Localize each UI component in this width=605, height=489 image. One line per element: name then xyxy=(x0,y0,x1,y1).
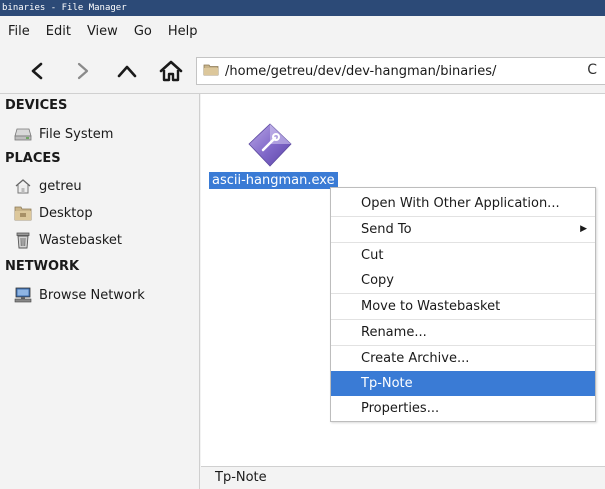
sidebar-item-wastebasket[interactable]: Wastebasket xyxy=(14,229,122,251)
home-button[interactable] xyxy=(156,56,186,86)
context-menu-item-open-with[interactable]: Open With Other Application... xyxy=(331,191,595,216)
menubar: File Edit View Go Help xyxy=(0,16,605,46)
up-button[interactable] xyxy=(112,56,142,86)
location-path: /home/getreu/dev/dev-hangman/binaries/ xyxy=(225,63,497,79)
home-icon xyxy=(159,60,183,82)
window-title: binaries - File Manager xyxy=(0,0,605,16)
sidebar-item-label: getreu xyxy=(39,178,82,194)
executable-icon[interactable] xyxy=(241,120,297,170)
network-icon xyxy=(14,286,32,304)
drive-icon xyxy=(14,125,32,143)
sidebar-header-network: NETWORK xyxy=(5,259,80,274)
context-menu-item-label: Copy xyxy=(361,273,394,288)
chevron-right-icon xyxy=(77,62,89,80)
status-bar: Tp-Note xyxy=(201,466,605,489)
context-menu-item-label: Properties... xyxy=(361,401,440,416)
sidebar-item-getreu[interactable]: getreu xyxy=(14,175,82,197)
context-menu-item-label: Move to Wastebasket xyxy=(361,299,501,314)
context-menu-item-label: Cut xyxy=(361,248,384,263)
sidebar-item-label: Browse Network xyxy=(39,287,145,303)
file-manager-window: binaries - File Manager File Edit View G… xyxy=(0,0,605,489)
sidebar-header-devices: DEVICES xyxy=(5,98,68,113)
desktop-folder-icon xyxy=(14,204,32,222)
context-menu-item-label: Create Archive... xyxy=(361,351,470,366)
menu-go[interactable]: Go xyxy=(126,24,160,39)
context-menu-item-copy[interactable]: Copy xyxy=(331,268,595,293)
context-menu-item-move-to-wastebasket[interactable]: Move to Wastebasket xyxy=(331,294,595,319)
home-folder-icon xyxy=(14,177,32,195)
context-menu-item-create-archive[interactable]: Create Archive... xyxy=(331,346,595,371)
context-menu-item-label: Open With Other Application... xyxy=(361,196,560,211)
context-menu-item-label: Rename... xyxy=(361,325,427,340)
context-menu-item-tp-note[interactable]: Tp-Note xyxy=(331,371,595,396)
file-name-label[interactable]: ascii-hangman.exe xyxy=(209,172,338,189)
sidebar-item-label: Wastebasket xyxy=(39,232,123,248)
location-bar[interactable]: /home/getreu/dev/dev-hangman/binaries/ C xyxy=(196,57,605,85)
context-menu-item-properties[interactable]: Properties... xyxy=(331,396,595,421)
sidebar-item-label: File System xyxy=(39,126,114,142)
back-button[interactable] xyxy=(22,56,52,86)
menu-edit[interactable]: Edit xyxy=(38,24,79,39)
sidebar-item-browse-network[interactable]: Browse Network xyxy=(14,284,145,306)
context-menu-item-rename[interactable]: Rename... xyxy=(331,320,595,345)
chevron-left-icon xyxy=(31,62,43,80)
sidebar-item-desktop[interactable]: Desktop xyxy=(14,202,93,224)
context-menu-item-send-to[interactable]: Send To ▶ xyxy=(331,217,595,242)
context-menu: Open With Other Application... Send To ▶… xyxy=(330,187,596,422)
sidebar-header-places: PLACES xyxy=(5,151,61,166)
sidebar: DEVICES File System PLACES getreu Deskto… xyxy=(0,94,200,489)
menu-view[interactable]: View xyxy=(79,24,126,39)
folder-icon xyxy=(203,63,219,80)
context-menu-item-label: Send To xyxy=(361,222,412,237)
reload-icon[interactable]: C xyxy=(587,62,597,78)
submenu-arrow-icon: ▶ xyxy=(580,224,587,234)
sidebar-item-label: Desktop xyxy=(39,205,93,221)
menu-help[interactable]: Help xyxy=(160,24,206,39)
sidebar-item-file-system[interactable]: File System xyxy=(14,123,113,145)
toolbar: /home/getreu/dev/dev-hangman/binaries/ C xyxy=(0,46,605,94)
context-menu-item-cut[interactable]: Cut xyxy=(331,243,595,268)
trash-icon xyxy=(14,231,32,249)
forward-button[interactable] xyxy=(68,56,98,86)
chevron-up-icon xyxy=(117,65,137,78)
menu-file[interactable]: File xyxy=(0,24,38,39)
context-menu-item-label: Tp-Note xyxy=(361,376,413,391)
